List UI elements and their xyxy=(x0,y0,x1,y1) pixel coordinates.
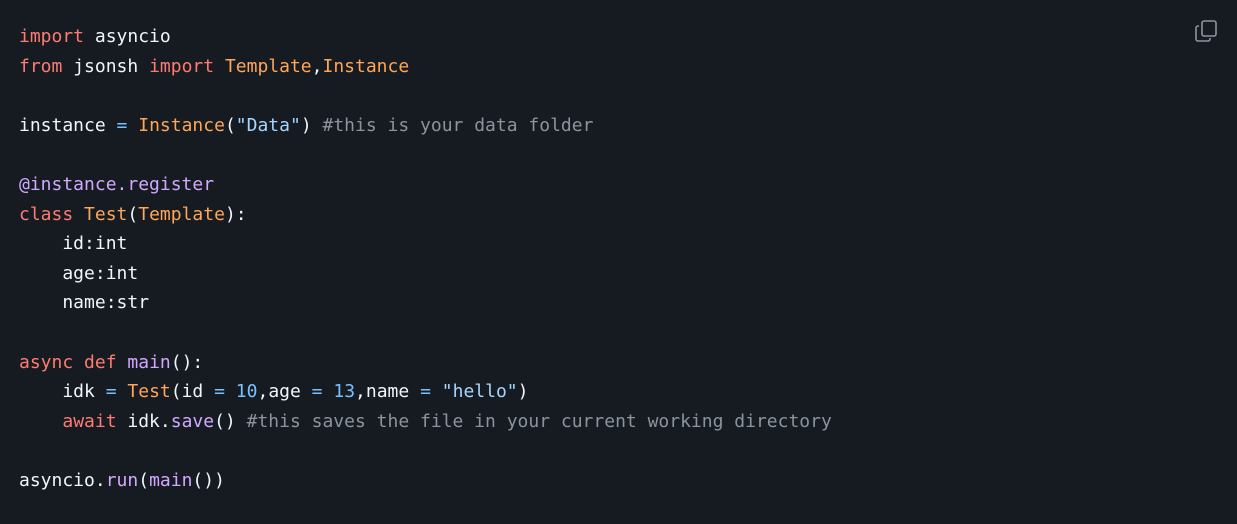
code-token: (id xyxy=(170,381,215,403)
code-line: class Test(Template): xyxy=(19,200,1237,230)
code-token: (): xyxy=(170,351,204,373)
code-token: age:int xyxy=(19,262,139,284)
code-token: main xyxy=(149,469,193,491)
code-token: = xyxy=(214,381,225,403)
code-token: 10 xyxy=(235,381,258,403)
code-token: ( xyxy=(224,114,236,136)
code-line: import asyncio xyxy=(19,22,1237,52)
code-token: jsonsh xyxy=(62,55,150,77)
code-token: ) xyxy=(517,381,529,403)
code-line: async def main(): xyxy=(19,348,1237,378)
code-token: () xyxy=(214,410,247,432)
code-token: ) xyxy=(300,114,323,136)
code-token: async xyxy=(19,351,74,373)
code-content: import asyncio from jsonsh import Templat… xyxy=(19,22,1237,496)
code-line: @instance.register xyxy=(19,170,1237,200)
code-token: ,name xyxy=(355,381,421,403)
code-token: import xyxy=(149,55,215,77)
code-token: = xyxy=(420,381,431,403)
code-token: id:int xyxy=(19,233,128,255)
code-line: idk = Test(id = 10,age = 13,name = "hell… xyxy=(19,377,1237,407)
code-token: await xyxy=(62,410,117,432)
code-line: id:int xyxy=(19,229,1237,259)
code-token: save xyxy=(170,410,215,432)
code-token: #this saves the file in your current wor… xyxy=(246,410,832,432)
code-token: class xyxy=(19,203,74,225)
code-token: idk xyxy=(19,381,106,403)
code-token: ( xyxy=(127,203,139,225)
code-token: = xyxy=(116,114,128,136)
code-line: instance = Instance("Data") #this is you… xyxy=(19,111,1237,141)
code-token: 13 xyxy=(333,381,356,403)
code-token: run xyxy=(105,469,139,491)
code-token: Instance xyxy=(138,114,225,136)
code-token: def xyxy=(84,351,117,373)
code-token: ,age xyxy=(257,381,312,403)
code-token: Template xyxy=(224,55,312,77)
code-block: import asyncio from jsonsh import Templat… xyxy=(0,0,1237,524)
code-line: age:int xyxy=(19,259,1237,289)
copy-button[interactable] xyxy=(1192,17,1220,45)
code-token: from xyxy=(19,55,63,77)
code-token: , xyxy=(311,55,323,77)
code-token: idk. xyxy=(116,410,171,432)
code-token: ()) xyxy=(192,469,225,491)
code-token: main xyxy=(127,351,171,373)
code-token: = xyxy=(311,381,323,403)
code-token: ( xyxy=(138,469,150,491)
code-line: name:str xyxy=(19,288,1237,318)
code-token: Template xyxy=(138,203,225,225)
copy-icon xyxy=(1195,20,1217,42)
code-token: = xyxy=(105,381,117,403)
code-token: name:str xyxy=(19,292,150,314)
code-token: asyncio. xyxy=(19,469,106,491)
code-line: await idk.save() #this saves the file in… xyxy=(19,407,1237,437)
code-token: instance xyxy=(19,114,117,136)
code-token: asyncio xyxy=(84,26,171,47)
code-token: Instance xyxy=(322,55,410,77)
code-token: "hello" xyxy=(441,381,518,403)
code-token: Test xyxy=(84,203,128,225)
code-token: Test xyxy=(127,381,171,403)
code-line: asyncio.run(main()) xyxy=(19,466,1237,496)
code-token: import xyxy=(19,26,85,47)
code-token: ): xyxy=(224,203,247,225)
code-token: #this is your data folder xyxy=(322,114,594,136)
code-token: "Data" xyxy=(235,114,301,136)
code-line: from jsonsh import Template,Instance xyxy=(19,52,1237,82)
code-token: @instance.register xyxy=(19,173,215,195)
